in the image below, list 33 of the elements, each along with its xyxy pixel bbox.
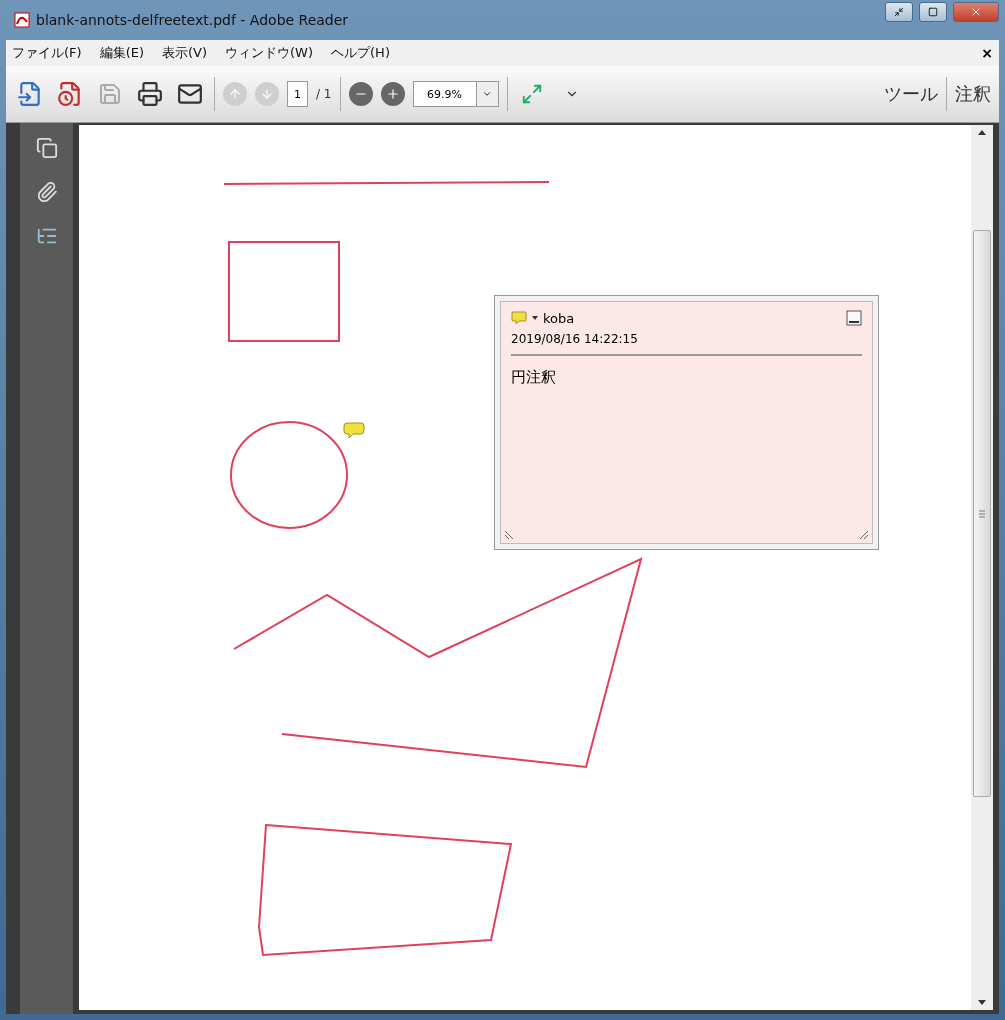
comment-tab[interactable]: 注釈 (955, 82, 991, 106)
menu-item[interactable]: 編集(E) (99, 44, 144, 62)
menu-item[interactable]: ヘルプ(H) (331, 44, 390, 62)
scroll-up-icon[interactable] (978, 130, 986, 135)
pdf-icon (14, 12, 30, 28)
minimize-button[interactable] (885, 2, 913, 22)
resize-grip-icon[interactable] (504, 530, 514, 540)
comment-icon (511, 311, 527, 325)
tools-tab[interactable]: ツール (884, 82, 938, 106)
close-icon (970, 6, 982, 18)
zoom-field[interactable]: 69.9% (412, 81, 477, 107)
comment-author: koba (543, 310, 575, 326)
comment-text: 円注釈 (511, 368, 557, 387)
maximize-button[interactable] (919, 2, 947, 22)
resize-grip-icon[interactable] (859, 530, 869, 540)
page-number-field[interactable]: 1 (287, 81, 308, 107)
maximize-icon (928, 7, 938, 17)
zoom-in-icon[interactable] (380, 82, 405, 106)
pages-icon[interactable] (35, 137, 58, 159)
scroll-down-icon[interactable] (978, 1000, 986, 1005)
scrollbar-thumb[interactable] (973, 230, 991, 797)
zoom-out-icon[interactable] (348, 82, 373, 106)
menu-item[interactable]: ファイル(F) (12, 44, 82, 62)
paperclip-icon[interactable] (35, 181, 58, 203)
note-icon[interactable] (343, 422, 365, 439)
menu-item[interactable]: 表示(V) (162, 44, 208, 62)
window-title: blank-annots-delfreetext.pdf - Adobe Reader (36, 12, 350, 28)
close-document-button[interactable]: × (981, 45, 993, 61)
caret-icon (482, 89, 492, 99)
menu-item[interactable]: ウィンドウ(W) (225, 44, 314, 62)
page-total: / 1 (316, 87, 332, 101)
caret-icon[interactable] (531, 315, 539, 321)
comment-date: 2019/08/16 14:22:15 (511, 332, 862, 356)
